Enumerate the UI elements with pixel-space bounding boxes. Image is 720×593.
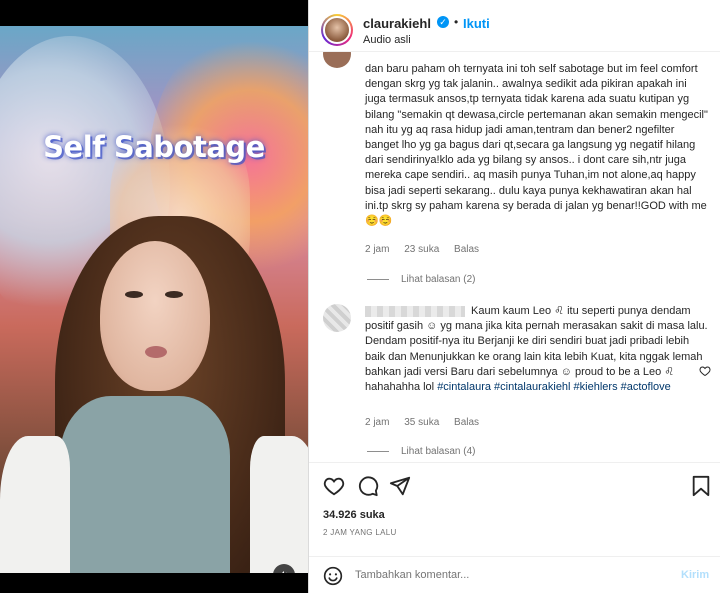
post-timestamp: 2 JAM YANG LALU [323, 528, 397, 537]
commenter-username-blurred[interactable] [365, 305, 465, 317]
author-username[interactable]: claurakiehl [363, 16, 431, 31]
like-count[interactable]: 34.926 suka [323, 509, 385, 521]
send-comment-button[interactable]: Kirim [681, 569, 709, 581]
heart-icon [323, 477, 345, 496]
comment-paragraph: Kaum kaum Leo ♌ itu seperti punya dendam… [365, 305, 708, 394]
comments-list[interactable]: dan baru paham oh ternyata ini toh self … [309, 52, 720, 462]
comment-reply-button[interactable]: Balas [454, 417, 479, 428]
follow-button[interactable]: Ikuti [463, 16, 490, 31]
person-jacket-right [250, 436, 308, 573]
speaker-icon [282, 571, 287, 573]
comment-bubble-icon [358, 476, 379, 497]
share-button[interactable] [389, 475, 411, 502]
comment-like-count[interactable]: 23 suka [404, 244, 439, 255]
person-face [100, 241, 210, 391]
person-mouth [145, 346, 167, 358]
audio-link[interactable]: Audio asli [363, 34, 411, 46]
avatar-image [323, 16, 351, 44]
emoji-button[interactable] [323, 566, 343, 591]
post-details-pane: claurakiehl ✓ • Ikuti Audio asli dan bar… [308, 0, 720, 593]
comment-text: Kaum kaum Leo ♌ itu seperti punya dendam… [365, 304, 710, 395]
commenter-avatar[interactable] [323, 52, 351, 68]
comment-like-count[interactable]: 35 suka [404, 417, 439, 428]
smiley-icon [323, 566, 343, 586]
reel-video[interactable]: Self Sabotage [0, 26, 308, 573]
heart-icon [699, 366, 711, 377]
separator-dot: • [454, 15, 459, 29]
commenter-avatar-blurred[interactable] [323, 304, 351, 332]
person-jacket-left [0, 436, 70, 573]
video-overlay-text: Self Sabotage [43, 130, 265, 164]
media-pane: Self Sabotage [0, 0, 308, 593]
bookmark-icon [692, 475, 710, 497]
person-eye-right [165, 291, 183, 298]
comment-hashtags[interactable]: #cintalaura #cintalaurakiehl #kiehlers #… [437, 381, 671, 393]
add-comment-bar: Kirim [309, 556, 720, 593]
add-comment-input[interactable] [355, 569, 655, 581]
person-eye-left [125, 291, 143, 298]
comment-paragraph: nah itu yg aq rasa hidup jadi aman,tentr… [365, 123, 707, 228]
view-replies-label: Lihat balasan (2) [401, 274, 476, 285]
comment-text: dan baru paham oh ternyata ini toh self … [365, 62, 710, 229]
comment-paragraph: dan baru paham oh ternyata ini toh self … [365, 63, 708, 121]
post-header: claurakiehl ✓ • Ikuti Audio asli [309, 0, 720, 52]
comment-time: 2 jam [365, 244, 390, 255]
person-top [60, 396, 230, 573]
comment-reply-button[interactable]: Balas [454, 244, 479, 255]
like-button[interactable] [323, 475, 345, 502]
comment-meta: 2 jam 23 suka Balas [365, 244, 491, 255]
author-avatar[interactable] [321, 14, 353, 46]
comment-like-button[interactable] [699, 364, 711, 382]
divider [367, 279, 389, 280]
view-replies-button[interactable]: Lihat balasan (4) [367, 446, 476, 457]
view-replies-label: Lihat balasan (4) [401, 446, 476, 457]
post-actions-bar [309, 462, 720, 502]
divider [367, 451, 389, 452]
view-replies-button[interactable]: Lihat balasan (2) [367, 274, 476, 285]
verified-badge-icon: ✓ [437, 16, 449, 28]
paper-plane-icon [389, 476, 411, 496]
save-button[interactable] [691, 475, 711, 502]
comment-meta: 2 jam 35 suka Balas [365, 417, 491, 428]
comment-button[interactable] [357, 475, 379, 502]
comment-time: 2 jam [365, 417, 390, 428]
